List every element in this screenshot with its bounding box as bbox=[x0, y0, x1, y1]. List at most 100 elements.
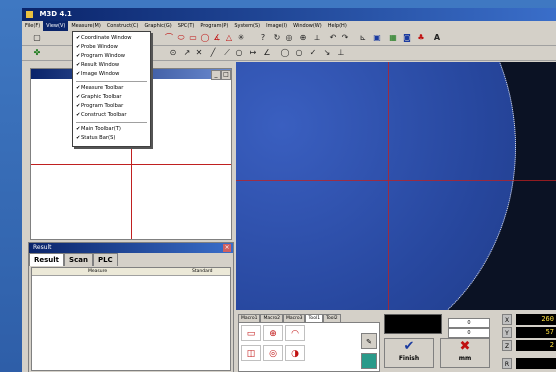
probe-icon[interactable]: ✤ bbox=[32, 48, 42, 58]
rect-tool-icon[interactable]: ▭ bbox=[188, 33, 198, 43]
result-table: Measure Standard bbox=[31, 267, 231, 371]
crosshair-icon[interactable]: ⊕ bbox=[298, 33, 308, 43]
axis-y-label: Y bbox=[502, 327, 512, 338]
undo-icon[interactable]: ↶ bbox=[328, 33, 338, 43]
cancel-icon: ✖ bbox=[459, 339, 471, 354]
checkmark-icon: ✔ bbox=[403, 339, 415, 354]
menu-item-probe-window[interactable]: ✔Probe Window bbox=[73, 43, 150, 52]
menu-construct[interactable]: Construct(C) bbox=[104, 21, 142, 31]
unit-button[interactable]: ✖ mm bbox=[440, 338, 490, 368]
arrow-tool-icon[interactable]: ↘ bbox=[322, 48, 332, 58]
axis-z-label: Z bbox=[502, 340, 512, 351]
arc-macro-icon[interactable]: ◠ bbox=[285, 325, 305, 341]
result-window-titlebar: Result × bbox=[29, 243, 233, 253]
point-tool-icon[interactable]: ✳ bbox=[236, 33, 246, 43]
distance-icon[interactable]: ↗ bbox=[182, 48, 192, 58]
app-icon bbox=[26, 10, 33, 18]
new-file-icon[interactable]: ▢ bbox=[32, 33, 42, 43]
camera-crosshair-vertical bbox=[388, 62, 389, 310]
circle-outline-icon[interactable]: ○ bbox=[294, 48, 304, 58]
unit-label: mm bbox=[458, 355, 472, 362]
result-window-title: Result bbox=[33, 244, 52, 251]
ring-icon[interactable]: ○ bbox=[234, 48, 244, 58]
menu-item-construct-toolbar[interactable]: ✔Construct Toolbar bbox=[73, 111, 150, 120]
title-bar: M3D 4.1 bbox=[22, 8, 556, 21]
menu-item-measure-toolbar[interactable]: ✔Measure Toolbar bbox=[73, 84, 150, 93]
picture-icon[interactable]: ▣ bbox=[372, 33, 382, 43]
dro-y: 57 bbox=[516, 327, 556, 338]
arc-tool-icon[interactable]: ⌒ bbox=[164, 33, 174, 43]
text-icon[interactable]: A bbox=[432, 33, 442, 43]
ellipse-tool-icon[interactable]: ⬭ bbox=[176, 33, 186, 43]
rotate-icon[interactable]: ↻ bbox=[272, 33, 282, 43]
width-icon[interactable]: ↦ bbox=[248, 48, 258, 58]
menu-item-coordinate-window[interactable]: ✔Coordinate Window bbox=[73, 34, 150, 43]
spinner-2[interactable]: 0 bbox=[448, 328, 490, 338]
axis-r-label: R bbox=[502, 358, 512, 369]
query-icon[interactable]: ? bbox=[258, 33, 268, 43]
ring-macro-icon[interactable]: ◎ bbox=[263, 345, 283, 361]
slot-tool-icon[interactable]: ◯ bbox=[200, 33, 210, 43]
menu-item-program-toolbar[interactable]: ✔Program Toolbar bbox=[73, 102, 150, 111]
redo-icon[interactable]: ↷ bbox=[340, 33, 350, 43]
measure-icon[interactable]: ⟂ bbox=[312, 33, 322, 43]
menu-graphic[interactable]: Graphic(G) bbox=[141, 21, 174, 31]
square-macro-icon[interactable]: ▭ bbox=[241, 325, 261, 341]
camera-view[interactable] bbox=[236, 62, 556, 310]
menu-system[interactable]: System(S) bbox=[231, 21, 263, 31]
datum-icon[interactable]: ⊥ bbox=[336, 48, 346, 58]
graph-icon[interactable]: ⊾ bbox=[358, 33, 368, 43]
angle-measure-icon[interactable]: ∠ bbox=[262, 48, 272, 58]
macro-grid: ▭ ⊕ ◠ ◫ ◎ ◑ ✎ bbox=[238, 322, 380, 372]
menu-item-image-window[interactable]: ✔Image Window bbox=[73, 70, 150, 79]
maximize-icon[interactable]: □ bbox=[221, 70, 231, 80]
half-circle-macro-icon[interactable]: ◑ bbox=[285, 345, 305, 361]
store-icon[interactable] bbox=[361, 353, 377, 369]
checkmark-icon[interactable]: ✓ bbox=[308, 48, 318, 58]
menu-window[interactable]: Window(W) bbox=[290, 21, 325, 31]
person-icon[interactable]: ♣ bbox=[416, 33, 426, 43]
circle-cross-macro-icon[interactable]: ⊕ bbox=[263, 325, 283, 341]
minimize-icon[interactable]: _ bbox=[211, 70, 221, 80]
close-icon[interactable]: × bbox=[223, 244, 231, 252]
spinner-1[interactable]: 0 bbox=[448, 318, 490, 328]
menu-measure[interactable]: Measure(M) bbox=[68, 21, 103, 31]
menu-image[interactable]: Image(I) bbox=[263, 21, 290, 31]
box-macro-icon[interactable]: ◫ bbox=[241, 345, 261, 361]
menu-item-status-bar[interactable]: ✔Status Bar(S) bbox=[73, 134, 150, 143]
app-title: M3D 4.1 bbox=[39, 10, 72, 18]
menu-item-program-window[interactable]: ✔Program Window bbox=[73, 52, 150, 61]
tab-scan[interactable]: Scan bbox=[64, 253, 93, 266]
menu-view[interactable]: View(V) bbox=[43, 21, 69, 31]
menu-spc[interactable]: SPC(T) bbox=[175, 21, 198, 31]
view-menu-dropdown: ✔Coordinate Window ✔Probe Window ✔Progra… bbox=[72, 31, 151, 147]
finish-button[interactable]: ✔ Finish bbox=[384, 338, 434, 368]
dro-r bbox=[516, 358, 556, 369]
window-icon[interactable]: ◙ bbox=[402, 33, 412, 43]
result-tabs: Result Scan PLC bbox=[29, 253, 233, 266]
tab-plc[interactable]: PLC bbox=[92, 253, 118, 266]
target-icon[interactable]: ◎ bbox=[284, 33, 294, 43]
control-panel: Macro1 Macro2 Macro3 Tool1 Tool2 ▭ ⊕ ◠ ◫ ◎ ◑… bbox=[236, 310, 556, 372]
edit-icon[interactable]: ✎ bbox=[361, 333, 377, 349]
menu-item-result-window[interactable]: ✔Result Window bbox=[73, 61, 150, 70]
intersect-icon[interactable]: ✕ bbox=[194, 48, 204, 58]
menu-item-graphic-toolbar[interactable]: ✔Graphic Toolbar bbox=[73, 93, 150, 102]
center-icon[interactable]: ⊙ bbox=[168, 48, 178, 58]
menu-item-main-toolbar[interactable]: ✔Main Toolbar(T) bbox=[73, 125, 150, 134]
grid-icon[interactable]: ▦ bbox=[388, 33, 398, 43]
tab-result[interactable]: Result bbox=[29, 253, 65, 266]
dro-x: 260 bbox=[516, 314, 556, 325]
double-circle-icon[interactable]: ◯ bbox=[280, 48, 290, 58]
measured-part bbox=[236, 62, 516, 310]
menu-separator bbox=[76, 122, 147, 123]
angle-tool-icon[interactable]: ∡ bbox=[212, 33, 222, 43]
triangle-tool-icon[interactable]: △ bbox=[224, 33, 234, 43]
tangent-icon[interactable]: ⟋ bbox=[222, 48, 232, 58]
menu-program[interactable]: Program(P) bbox=[197, 21, 231, 31]
menu-separator bbox=[76, 81, 147, 82]
slash-icon[interactable]: ╱ bbox=[208, 48, 218, 58]
menu-help[interactable]: Help(H) bbox=[325, 21, 350, 31]
menu-file[interactable]: File(F) bbox=[22, 21, 43, 31]
result-window: Result × Result Scan PLC Measure Standard bbox=[28, 242, 234, 372]
